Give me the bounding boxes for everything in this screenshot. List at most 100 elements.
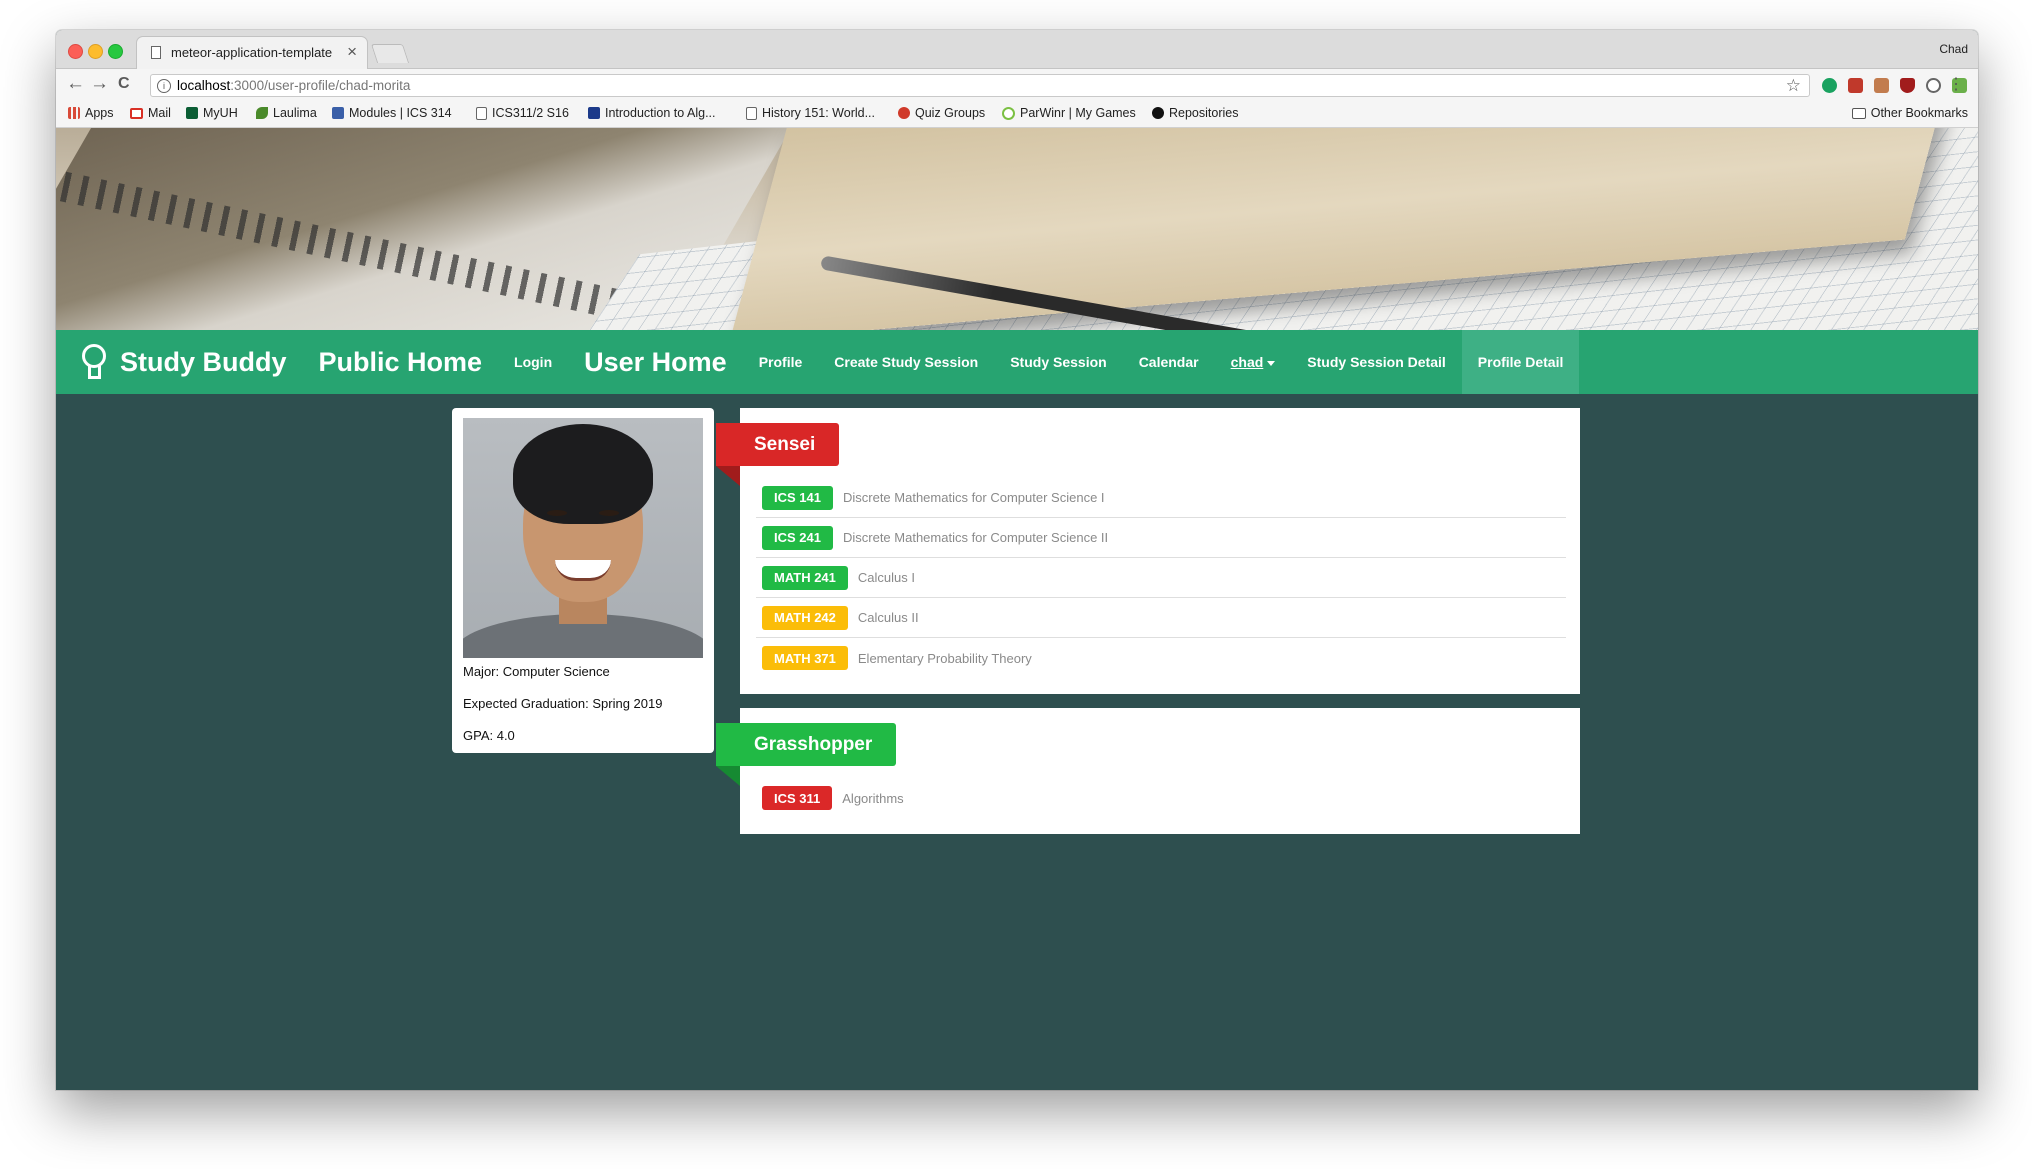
alg-icon bbox=[588, 107, 600, 119]
bookmark-quiz-groups[interactable]: Quiz Groups bbox=[898, 106, 985, 120]
list-item: MATH 242 Calculus II bbox=[756, 598, 1566, 638]
reload-icon[interactable]: C bbox=[118, 75, 130, 93]
doc-icon bbox=[746, 106, 757, 120]
grasshopper-title: Grasshopper bbox=[754, 733, 873, 755]
nav-calendar[interactable]: Calendar bbox=[1139, 354, 1199, 370]
list-item: ICS 141 Discrete Mathematics for Compute… bbox=[756, 478, 1566, 518]
grammarly-extension-icon[interactable] bbox=[1822, 78, 1837, 93]
nav-user-home[interactable]: User Home bbox=[584, 347, 727, 378]
nav-study-session[interactable]: Study Session bbox=[1010, 354, 1106, 370]
folder-icon bbox=[1851, 107, 1866, 119]
nav-create-study-session[interactable]: Create Study Session bbox=[834, 354, 978, 370]
nav-profile[interactable]: Profile bbox=[759, 354, 803, 370]
grasshopper-ribbon: Grasshopper bbox=[716, 723, 897, 786]
bookmark-laulima[interactable]: Laulima bbox=[256, 106, 317, 120]
nav-profile-detail[interactable]: Profile Detail bbox=[1461, 330, 1580, 394]
doc-icon bbox=[476, 106, 487, 120]
main-navbar: Study Buddy Public Home Login User Home … bbox=[56, 330, 1978, 394]
bookmark-apps[interactable]: Apps bbox=[68, 106, 114, 120]
tab-title: meteor-application-template bbox=[171, 45, 333, 60]
uh-icon bbox=[186, 107, 198, 119]
address-bar[interactable]: i localhost:3000/user-profile/chad-morit… bbox=[150, 74, 1810, 97]
forward-icon[interactable]: → bbox=[90, 73, 109, 95]
course-label: MATH 241 bbox=[762, 565, 848, 590]
url-path: :3000/user-profile/chad-morita bbox=[230, 78, 411, 93]
extension-red-icon[interactable] bbox=[1848, 78, 1863, 93]
url-text: localhost:3000/user-profile/chad-morita bbox=[177, 78, 410, 93]
bookmark-label: ParWinr | My Games bbox=[1020, 106, 1136, 120]
course-name: Discrete Mathematics for Computer Scienc… bbox=[842, 490, 1105, 505]
laulima-icon bbox=[256, 107, 268, 119]
browser-toolbar: ← → C i localhost:3000/user-profile/chad… bbox=[56, 69, 1978, 101]
bookmark-history[interactable]: History 151: World... bbox=[746, 106, 875, 120]
nav-study-session-detail[interactable]: Study Session Detail bbox=[1307, 354, 1445, 370]
bookmark-parwinr[interactable]: ParWinr | My Games bbox=[1002, 106, 1136, 120]
profile-graduation: Expected Graduation: Spring 2019 bbox=[463, 696, 663, 711]
nav-user-dropdown[interactable]: chad bbox=[1231, 354, 1276, 370]
caret-down-icon bbox=[1267, 360, 1276, 366]
course-label: ICS 311 bbox=[762, 786, 833, 810]
course-label: ICS 141 bbox=[762, 485, 833, 510]
nav-login[interactable]: Login bbox=[514, 354, 552, 370]
ublock-shield-icon[interactable] bbox=[1900, 78, 1915, 93]
bookmark-ics311[interactable]: ICS311/2 S16 bbox=[476, 106, 569, 120]
tab-close-icon[interactable]: × bbox=[347, 42, 357, 62]
bookmark-star-icon[interactable]: ☆ bbox=[1786, 76, 1801, 96]
page-icon bbox=[151, 46, 161, 59]
bookmark-label: MyUH bbox=[203, 106, 238, 120]
course-label: MATH 371 bbox=[762, 646, 848, 670]
bookmark-myuh[interactable]: MyUH bbox=[186, 106, 238, 120]
apps-grid-icon bbox=[68, 107, 80, 119]
profile-major: Major: Computer Science bbox=[463, 664, 610, 679]
list-item: MATH 241 Calculus I bbox=[756, 558, 1566, 598]
extension-face-icon[interactable] bbox=[1874, 78, 1889, 93]
list-item: MATH 371 Elementary Probability Theory bbox=[756, 638, 1566, 678]
window-minimize-button[interactable] bbox=[88, 44, 103, 59]
lightbulb-icon bbox=[80, 344, 106, 380]
grasshopper-segment: Grasshopper ICS 311 Algorithms bbox=[716, 708, 1580, 834]
browser-menu-icon[interactable]: ⋮ bbox=[1948, 74, 1964, 94]
window-maximize-button[interactable] bbox=[108, 44, 123, 59]
course-label: MATH 242 bbox=[762, 605, 848, 630]
avatar bbox=[463, 418, 703, 658]
brand-link[interactable]: Study Buddy bbox=[80, 344, 287, 380]
bookmark-label: History 151: World... bbox=[762, 106, 876, 120]
user-dropdown-label: chad bbox=[1230, 354, 1264, 370]
bookmarks-bar: Apps Mail MyUH Laulima Modules | ICS 314… bbox=[56, 101, 1978, 128]
list-item: ICS 241 Discrete Mathematics for Compute… bbox=[756, 518, 1566, 558]
bookmark-intro-alg[interactable]: Introduction to Alg... bbox=[588, 106, 716, 120]
gmail-icon bbox=[130, 107, 143, 119]
browser-tab[interactable]: meteor-application-template × bbox=[136, 36, 368, 69]
bookmark-repositories[interactable]: Repositories bbox=[1152, 106, 1238, 120]
list-item: ICS 311 Algorithms bbox=[756, 778, 1566, 818]
bookmark-label: Other Bookmarks bbox=[1870, 106, 1968, 120]
other-bookmarks[interactable]: Other Bookmarks bbox=[1851, 106, 1968, 120]
extension-sync-icon[interactable] bbox=[1926, 78, 1941, 93]
course-name: Algorithms bbox=[842, 790, 904, 806]
browser-profile-name[interactable]: Chad bbox=[1939, 42, 1968, 56]
bookmark-label: Modules | ICS 314 bbox=[349, 106, 452, 120]
bookmark-label: Repositories bbox=[1169, 106, 1239, 120]
bookmark-mail[interactable]: Mail bbox=[130, 106, 171, 120]
sensei-title: Sensei bbox=[754, 433, 816, 455]
nav-public-home[interactable]: Public Home bbox=[319, 347, 483, 378]
new-tab-button[interactable] bbox=[370, 44, 410, 63]
bookmark-label: ICS311/2 S16 bbox=[492, 106, 569, 120]
tab-strip: meteor-application-template × Chad bbox=[56, 30, 1978, 69]
github-icon bbox=[1152, 107, 1164, 119]
browser-window: meteor-application-template × Chad ← → C… bbox=[56, 30, 1978, 1090]
course-name: Discrete Mathematics for Computer Scienc… bbox=[842, 530, 1109, 545]
bookmark-modules[interactable]: Modules | ICS 314 bbox=[332, 106, 452, 120]
bookmark-label: Quiz Groups bbox=[915, 106, 986, 120]
back-icon[interactable]: ← bbox=[66, 73, 85, 95]
brand-title: Study Buddy bbox=[120, 346, 287, 377]
profile-card: Major: Computer Science Expected Graduat… bbox=[452, 408, 714, 753]
header-banner-image bbox=[56, 128, 1978, 330]
info-icon[interactable]: i bbox=[157, 79, 171, 93]
module-icon bbox=[332, 107, 344, 119]
sensei-segment: Sensei ICS 141 Discrete Mathematics for … bbox=[716, 408, 1580, 694]
course-name: Elementary Probability Theory bbox=[857, 650, 1032, 666]
parwinr-icon bbox=[1002, 106, 1015, 120]
window-close-button[interactable] bbox=[68, 44, 83, 59]
profile-gpa: GPA: 4.0 bbox=[463, 728, 515, 743]
